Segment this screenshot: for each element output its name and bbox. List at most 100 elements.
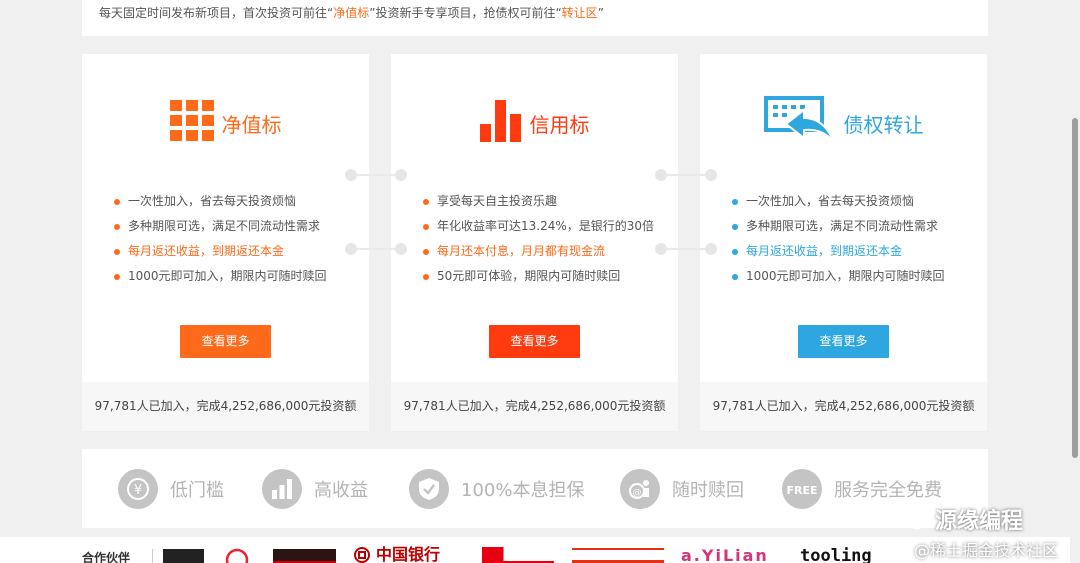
notice-text: ” xyxy=(597,6,604,20)
list-item: 一次性加入，省去每天投资烦恼 xyxy=(732,189,945,214)
bullet-icon xyxy=(732,223,738,230)
yen-cycle-icon: ¥ xyxy=(118,469,158,509)
view-more-button[interactable]: 查看更多 xyxy=(489,325,580,358)
card-connector xyxy=(345,243,407,255)
watermark-sub: @稀土掘金技术社区 xyxy=(914,541,1059,560)
list-item: 每月还本付息，月月都有现金流 xyxy=(423,239,654,264)
bullet-icon xyxy=(114,198,120,205)
svg-text:¥: ¥ xyxy=(134,483,142,498)
card-title: 债权转让 xyxy=(843,112,924,137)
card-title: 信用标 xyxy=(529,112,590,137)
partner-logo-yilian[interactable]: a.YiLian xyxy=(681,547,769,563)
card-connector xyxy=(655,243,717,255)
bullet-icon xyxy=(114,223,120,230)
feature-high-return: 高收益 xyxy=(262,468,368,510)
bar-chart-icon xyxy=(262,469,302,509)
bullet-icon xyxy=(423,198,429,205)
feature-label: 100%本息担保 xyxy=(461,480,585,501)
feature-list: 享受每天自主投资乐趣 年化收益率可达13.24%，是银行的30倍 每月还本付息，… xyxy=(423,189,654,289)
list-item: 50元即可体验，期限内可随时赎回 xyxy=(423,264,654,289)
partner-logo[interactable] xyxy=(482,547,554,563)
feature-label: 随时赎回 xyxy=(672,480,744,501)
list-item: 年化收益率可达13.24%，是银行的30倍 xyxy=(423,214,654,239)
bullet-icon xyxy=(114,248,120,255)
grid-icon xyxy=(169,100,214,146)
partner-logo[interactable] xyxy=(273,549,336,563)
watermark: 源缘编程 xyxy=(895,502,1023,536)
scrollbar[interactable] xyxy=(1070,0,1080,563)
item-text-highlight: 每月返还收益，到期返还本金 xyxy=(128,244,285,258)
partner-logo[interactable]: 中国银行 xyxy=(354,545,464,563)
card-header: 债权转让 xyxy=(700,96,987,150)
partner-logo-tooling[interactable]: tooling xyxy=(800,547,872,563)
list-item: 多种期限可选，满足不同流动性需求 xyxy=(732,214,945,239)
feature-guarantee: 100%本息担保 xyxy=(409,468,584,510)
bullet-icon xyxy=(423,248,429,255)
list-item: 一次性加入，省去每天投资烦恼 xyxy=(114,189,327,214)
features-strip: ¥ 低门槛 高收益 100%本息担保 @ 随时赎回 FREE 服务完全免费 xyxy=(82,449,988,528)
item-text: 多种期限可选，满足不同流动性需求 xyxy=(128,219,321,233)
item-text-highlight: 每月还本付息，月月都有现金流 xyxy=(437,244,606,258)
notice-text: ”投资新手专享项目，抢债权可前往“ xyxy=(369,6,562,20)
partner-logo[interactable] xyxy=(163,549,204,563)
notice-link-jingzhibiao[interactable]: 净值标 xyxy=(333,6,369,20)
transfer-icon xyxy=(763,96,836,150)
redeem-icon: @ xyxy=(620,469,660,509)
list-item: 多种期限可选，满足不同流动性需求 xyxy=(114,214,327,239)
bullet-icon xyxy=(732,248,738,255)
notice-bar: 每天固定时间发布新项目，首次投资可前往“净值标”投资新手专享项目，抢债权可前往“… xyxy=(82,0,988,36)
wechat-icon xyxy=(895,502,929,536)
list-item: 享受每天自主投资乐趣 xyxy=(423,189,654,214)
view-more-button[interactable]: 查看更多 xyxy=(180,325,271,358)
item-text-highlight: 每月返还收益，到期返还本金 xyxy=(746,244,903,258)
item-text: 50元即可体验，期限内可随时赎回 xyxy=(437,269,621,283)
product-card-jingzhibiao: 净值标 一次性加入，省去每天投资烦恼 多种期限可选，满足不同流动性需求 每月返还… xyxy=(82,54,369,431)
card-footer-stats: 97,781人已加入，完成4,252,686,000元投资额 xyxy=(82,382,369,431)
item-text: 1000元即可加入，期限内可随时赎回 xyxy=(128,269,327,283)
partner-logo[interactable] xyxy=(572,548,664,563)
feature-redeem-anytime: @ 随时赎回 xyxy=(620,468,744,510)
partners-label: 合作伙伴 xyxy=(82,551,131,563)
bullet-icon xyxy=(114,273,120,280)
bar-chart-icon xyxy=(479,100,522,146)
feature-label: 服务完全免费 xyxy=(834,480,942,501)
card-footer-stats: 97,781人已加入，完成4,252,686,000元投资额 xyxy=(391,382,678,431)
divider xyxy=(152,549,153,563)
card-connector xyxy=(345,169,407,181)
bullet-icon xyxy=(732,273,738,280)
item-text: 多种期限可选，满足不同流动性需求 xyxy=(746,219,939,233)
free-badge-icon: FREE xyxy=(782,469,822,509)
scrollbar-thumb[interactable] xyxy=(1072,118,1078,458)
partner-logo-text: 中国银行 xyxy=(376,545,441,563)
notice-text: 每天固定时间发布新项目，首次投资可前往“ xyxy=(99,6,334,20)
card-footer-stats: 97,781人已加入，完成4,252,686,000元投资额 xyxy=(700,382,987,431)
product-card-debt-transfer: 债权转让 一次性加入，省去每天投资烦恼 多种期限可选，满足不同流动性需求 每月返… xyxy=(700,54,987,431)
item-text: 一次性加入，省去每天投资烦恼 xyxy=(746,194,915,208)
item-text: 1000元即可加入，期限内可随时赎回 xyxy=(746,269,945,283)
view-more-button[interactable]: 查看更多 xyxy=(798,325,889,358)
shield-check-icon xyxy=(409,469,449,509)
card-header: 信用标 xyxy=(391,98,678,148)
bullet-icon xyxy=(423,223,429,230)
partner-logo[interactable] xyxy=(224,547,250,563)
list-item: 每月返还收益，到期返还本金 xyxy=(732,239,945,264)
bullet-icon xyxy=(732,198,738,205)
list-item: 每月返还收益，到期返还本金 xyxy=(114,239,327,264)
card-header: 净值标 xyxy=(82,98,369,148)
watermark-text: 源缘编程 xyxy=(935,509,1024,534)
feature-label: 高收益 xyxy=(314,480,368,501)
item-text: 年化收益率可达13.24%，是银行的30倍 xyxy=(437,219,655,233)
list-item: 1000元即可加入，期限内可随时赎回 xyxy=(732,264,945,289)
card-connector xyxy=(655,169,717,181)
feature-list: 一次性加入，省去每天投资烦恼 多种期限可选，满足不同流动性需求 每月返还收益，到… xyxy=(732,189,945,289)
feature-low-threshold: ¥ 低门槛 xyxy=(118,468,224,510)
card-title: 净值标 xyxy=(221,112,282,137)
svg-text:@: @ xyxy=(633,488,642,498)
bullet-icon xyxy=(423,273,429,280)
feature-list: 一次性加入，省去每天投资烦恼 多种期限可选，满足不同流动性需求 每月返还收益，到… xyxy=(114,189,327,289)
list-item: 1000元即可加入，期限内可随时赎回 xyxy=(114,264,327,289)
item-text: 享受每天自主投资乐趣 xyxy=(437,194,558,208)
item-text: 一次性加入，省去每天投资烦恼 xyxy=(128,194,297,208)
product-card-xinyongbiao: 信用标 享受每天自主投资乐趣 年化收益率可达13.24%，是银行的30倍 每月还… xyxy=(391,54,678,431)
notice-link-transfer-zone[interactable]: 转让区 xyxy=(562,6,598,20)
